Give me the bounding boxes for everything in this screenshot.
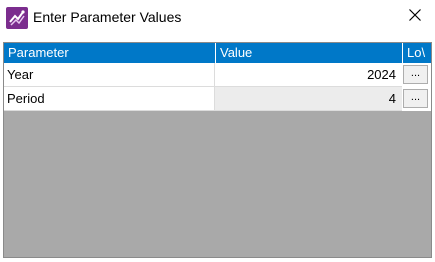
report-parameter-icon	[6, 7, 28, 29]
lookup-button[interactable]: ...	[403, 89, 428, 108]
column-header-parameter[interactable]: Parameter	[4, 43, 215, 63]
column-header-value[interactable]: Value	[215, 43, 402, 63]
parameter-grid[interactable]: Parameter Value Lo\ Year 2024 ... Period…	[3, 42, 432, 258]
grid-header: Parameter Value Lo\	[4, 43, 431, 63]
title-bar[interactable]: Enter Parameter Values	[0, 0, 435, 36]
parameter-name-cell[interactable]: Year	[4, 63, 215, 87]
close-button[interactable]	[398, 3, 432, 31]
lookup-button[interactable]: ...	[403, 65, 428, 84]
table-row[interactable]: Period 4 ...	[4, 87, 431, 111]
parameter-value-cell[interactable]: 4	[215, 87, 402, 111]
table-row[interactable]: Year 2024 ...	[4, 63, 431, 87]
column-header-lookup[interactable]: Lo\	[402, 43, 431, 63]
close-icon	[409, 8, 421, 26]
dialog-title: Enter Parameter Values	[33, 9, 182, 25]
parameter-value-cell[interactable]: 2024	[215, 63, 402, 87]
enter-parameter-values-dialog: Enter Parameter Values Parameter Value L…	[0, 0, 435, 262]
parameter-name-cell[interactable]: Period	[4, 87, 215, 111]
